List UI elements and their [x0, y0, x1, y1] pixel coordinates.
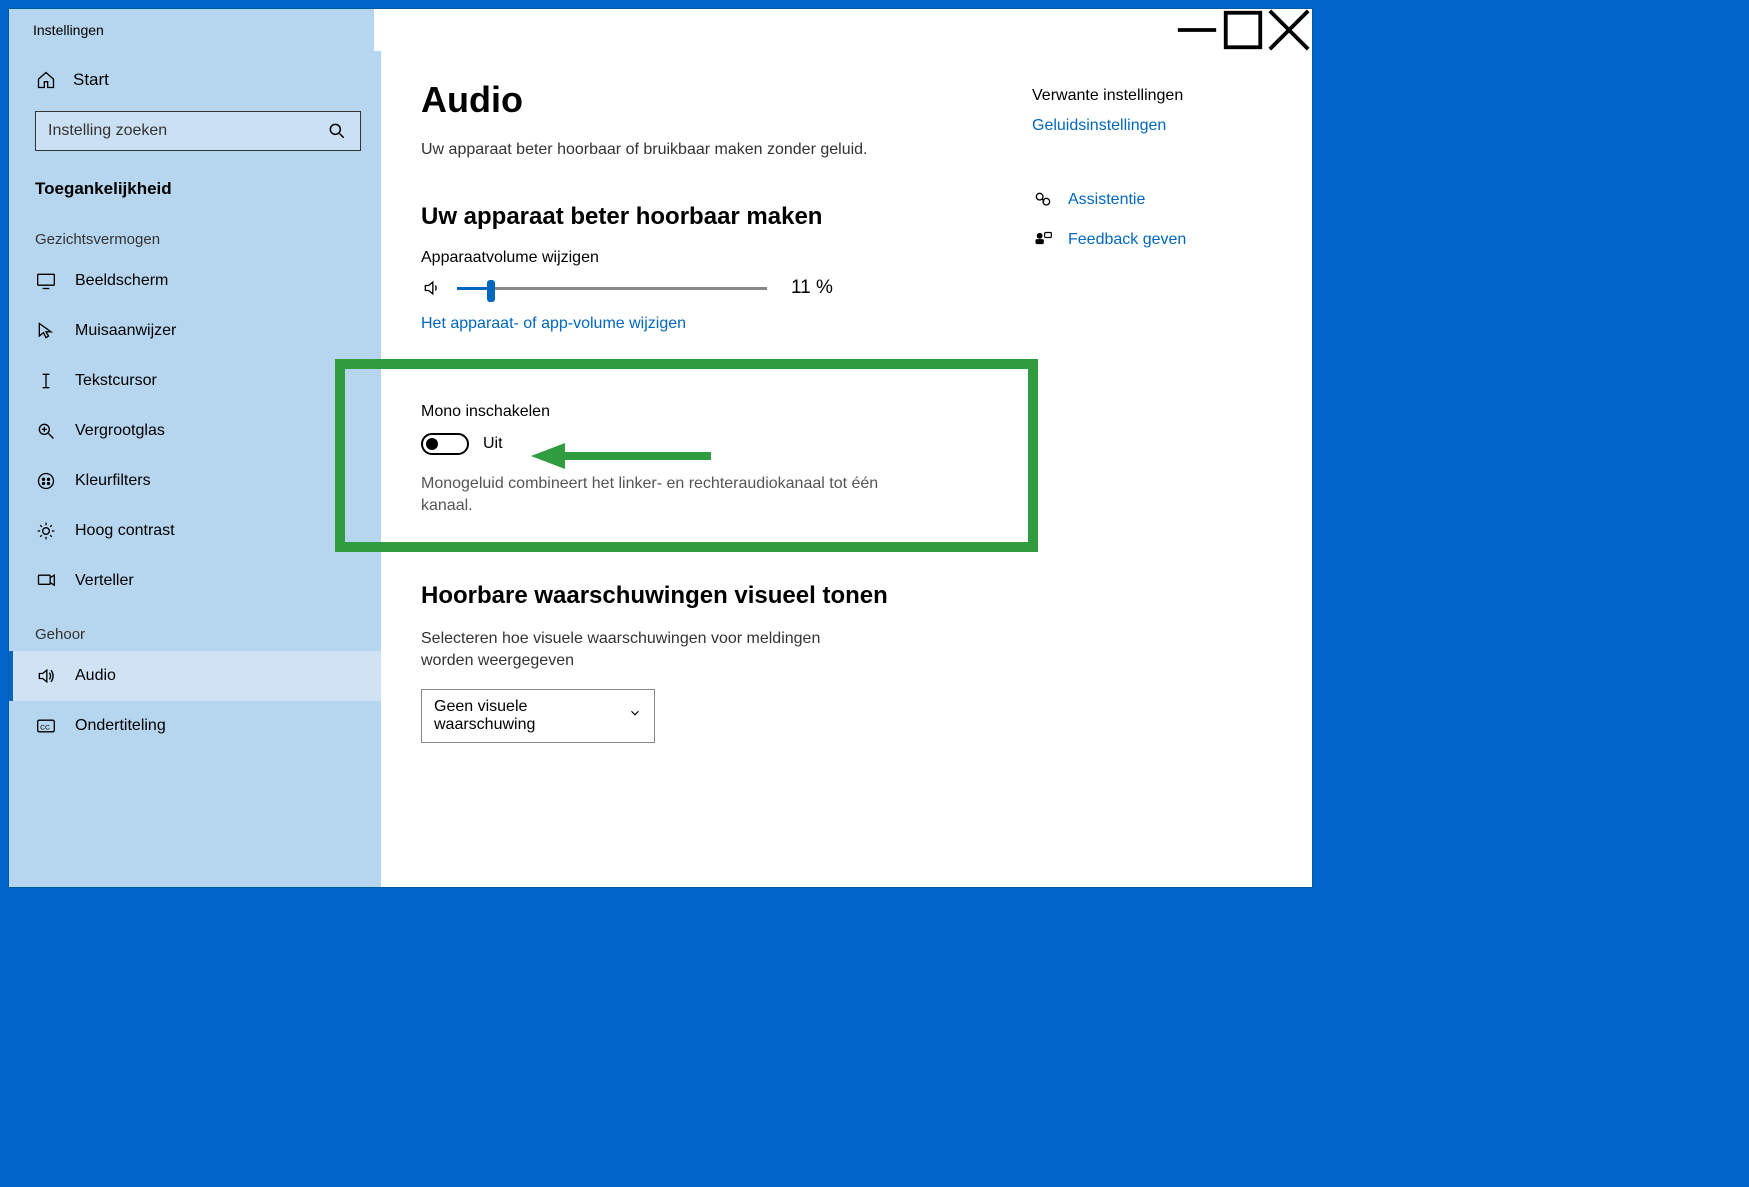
home-icon: [35, 69, 57, 91]
sidebar-item-label: Kleurfilters: [75, 472, 151, 490]
magnifier-icon: [35, 420, 57, 442]
settings-window: Instellingen Start: [8, 8, 1313, 888]
help-link[interactable]: Assistentie: [1032, 189, 1272, 211]
sidebar-item-captions[interactable]: CC Ondertiteling: [9, 701, 381, 751]
volume-link[interactable]: Het apparaat- of app-volume wijzigen: [421, 315, 952, 333]
audio-icon: [35, 665, 57, 687]
sidebar-item-label: Verteller: [75, 572, 134, 590]
volume-percent: 11 %: [791, 277, 833, 299]
mono-state: Uit: [483, 435, 503, 453]
close-icon: [1266, 7, 1312, 53]
related-title: Verwante instellingen: [1032, 87, 1272, 105]
sidebar-item-highcontrast[interactable]: Hoog contrast: [9, 506, 381, 556]
content-area: Audio Uw apparaat beter hoorbaar of brui…: [421, 79, 952, 859]
close-button[interactable]: [1266, 9, 1312, 51]
sidebar-item-audio[interactable]: Audio: [9, 651, 381, 701]
home-label: Start: [73, 70, 109, 90]
feedback-label: Feedback geven: [1068, 231, 1186, 249]
visual-warnings-desc: Selecteren hoe visuele waarschuwingen vo…: [421, 628, 871, 673]
sidebar-item-mouse[interactable]: Muisaanwijzer: [9, 306, 381, 356]
help-icon: [1032, 189, 1054, 211]
sidebar-item-colorfilters[interactable]: Kleurfilters: [9, 456, 381, 506]
sidebar-item-display[interactable]: Beeldscherm: [9, 256, 381, 306]
feedback-icon: [1032, 229, 1054, 251]
volume-label: Apparaatvolume wijzigen: [421, 249, 952, 267]
sidebar-item-magnifier[interactable]: Vergrootglas: [9, 406, 381, 456]
dropdown-value: Geen visuele waarschuwing: [434, 698, 628, 734]
sidebar-item-label: Muisaanwijzer: [75, 322, 176, 340]
search-input[interactable]: [48, 122, 308, 140]
help-label: Assistentie: [1068, 191, 1145, 209]
related-panel: Verwante instellingen Geluidsinstellinge…: [1032, 79, 1272, 859]
section-visual-title: Hoorbare waarschuwingen visueel tonen: [421, 582, 952, 610]
captions-icon: CC: [35, 715, 57, 737]
search-input-wrap[interactable]: [35, 111, 361, 151]
window-controls: [1174, 9, 1312, 51]
annotation-highlight: Mono inschakelen Uit Monogeluid combinee…: [335, 359, 1038, 552]
visual-warning-dropdown[interactable]: Geen visuele waarschuwing: [421, 689, 655, 743]
minimize-button[interactable]: [1174, 9, 1220, 51]
narrator-icon: [35, 570, 57, 592]
sidebar-item-label: Ondertiteling: [75, 717, 166, 735]
high-contrast-icon: [35, 520, 57, 542]
nav-section-title: Toegankelijkheid: [9, 165, 381, 211]
search-icon: [326, 120, 348, 142]
titlebar: Instellingen: [9, 9, 1312, 51]
feedback-link[interactable]: Feedback geven: [1032, 229, 1272, 251]
sidebar-item-label: Tekstcursor: [75, 372, 157, 390]
minimize-icon: [1174, 7, 1220, 53]
sidebar-item-label: Audio: [75, 667, 116, 685]
color-filters-icon: [35, 470, 57, 492]
maximize-icon: [1220, 7, 1266, 53]
maximize-button[interactable]: [1220, 9, 1266, 51]
sidebar-item-label: Vergrootglas: [75, 422, 165, 440]
mono-toggle[interactable]: [421, 433, 469, 455]
related-sound-link[interactable]: Geluidsinstellingen: [1032, 117, 1272, 135]
page-title: Audio: [421, 79, 952, 121]
page-description: Uw apparaat beter hoorbaar of bruikbaar …: [421, 141, 952, 159]
text-cursor-icon: [35, 370, 57, 392]
section-hearable-title: Uw apparaat beter hoorbaar maken: [421, 203, 952, 231]
nav-group-vision: Gezichtsvermogen: [9, 211, 381, 256]
speaker-icon: [421, 277, 443, 299]
annotation-arrow-icon: [531, 441, 711, 471]
display-icon: [35, 270, 57, 292]
home-button[interactable]: Start: [9, 57, 381, 103]
mouse-pointer-icon: [35, 320, 57, 342]
sidebar-item-label: Beeldscherm: [75, 272, 168, 290]
mono-description: Monogeluid combineert het linker- en rec…: [421, 473, 881, 518]
chevron-down-icon: [628, 706, 642, 725]
mono-label: Mono inschakelen: [421, 403, 952, 421]
nav-group-hearing: Gehoor: [9, 606, 381, 651]
svg-text:CC: CC: [40, 724, 50, 731]
window-title: Instellingen: [9, 22, 104, 38]
sidebar-item-label: Hoog contrast: [75, 522, 175, 540]
sidebar: Start Toegankelijkheid Gezichtsvermogen …: [9, 51, 381, 887]
sidebar-item-textcursor[interactable]: Tekstcursor: [9, 356, 381, 406]
volume-slider[interactable]: [457, 278, 767, 298]
sidebar-item-narrator[interactable]: Verteller: [9, 556, 381, 606]
